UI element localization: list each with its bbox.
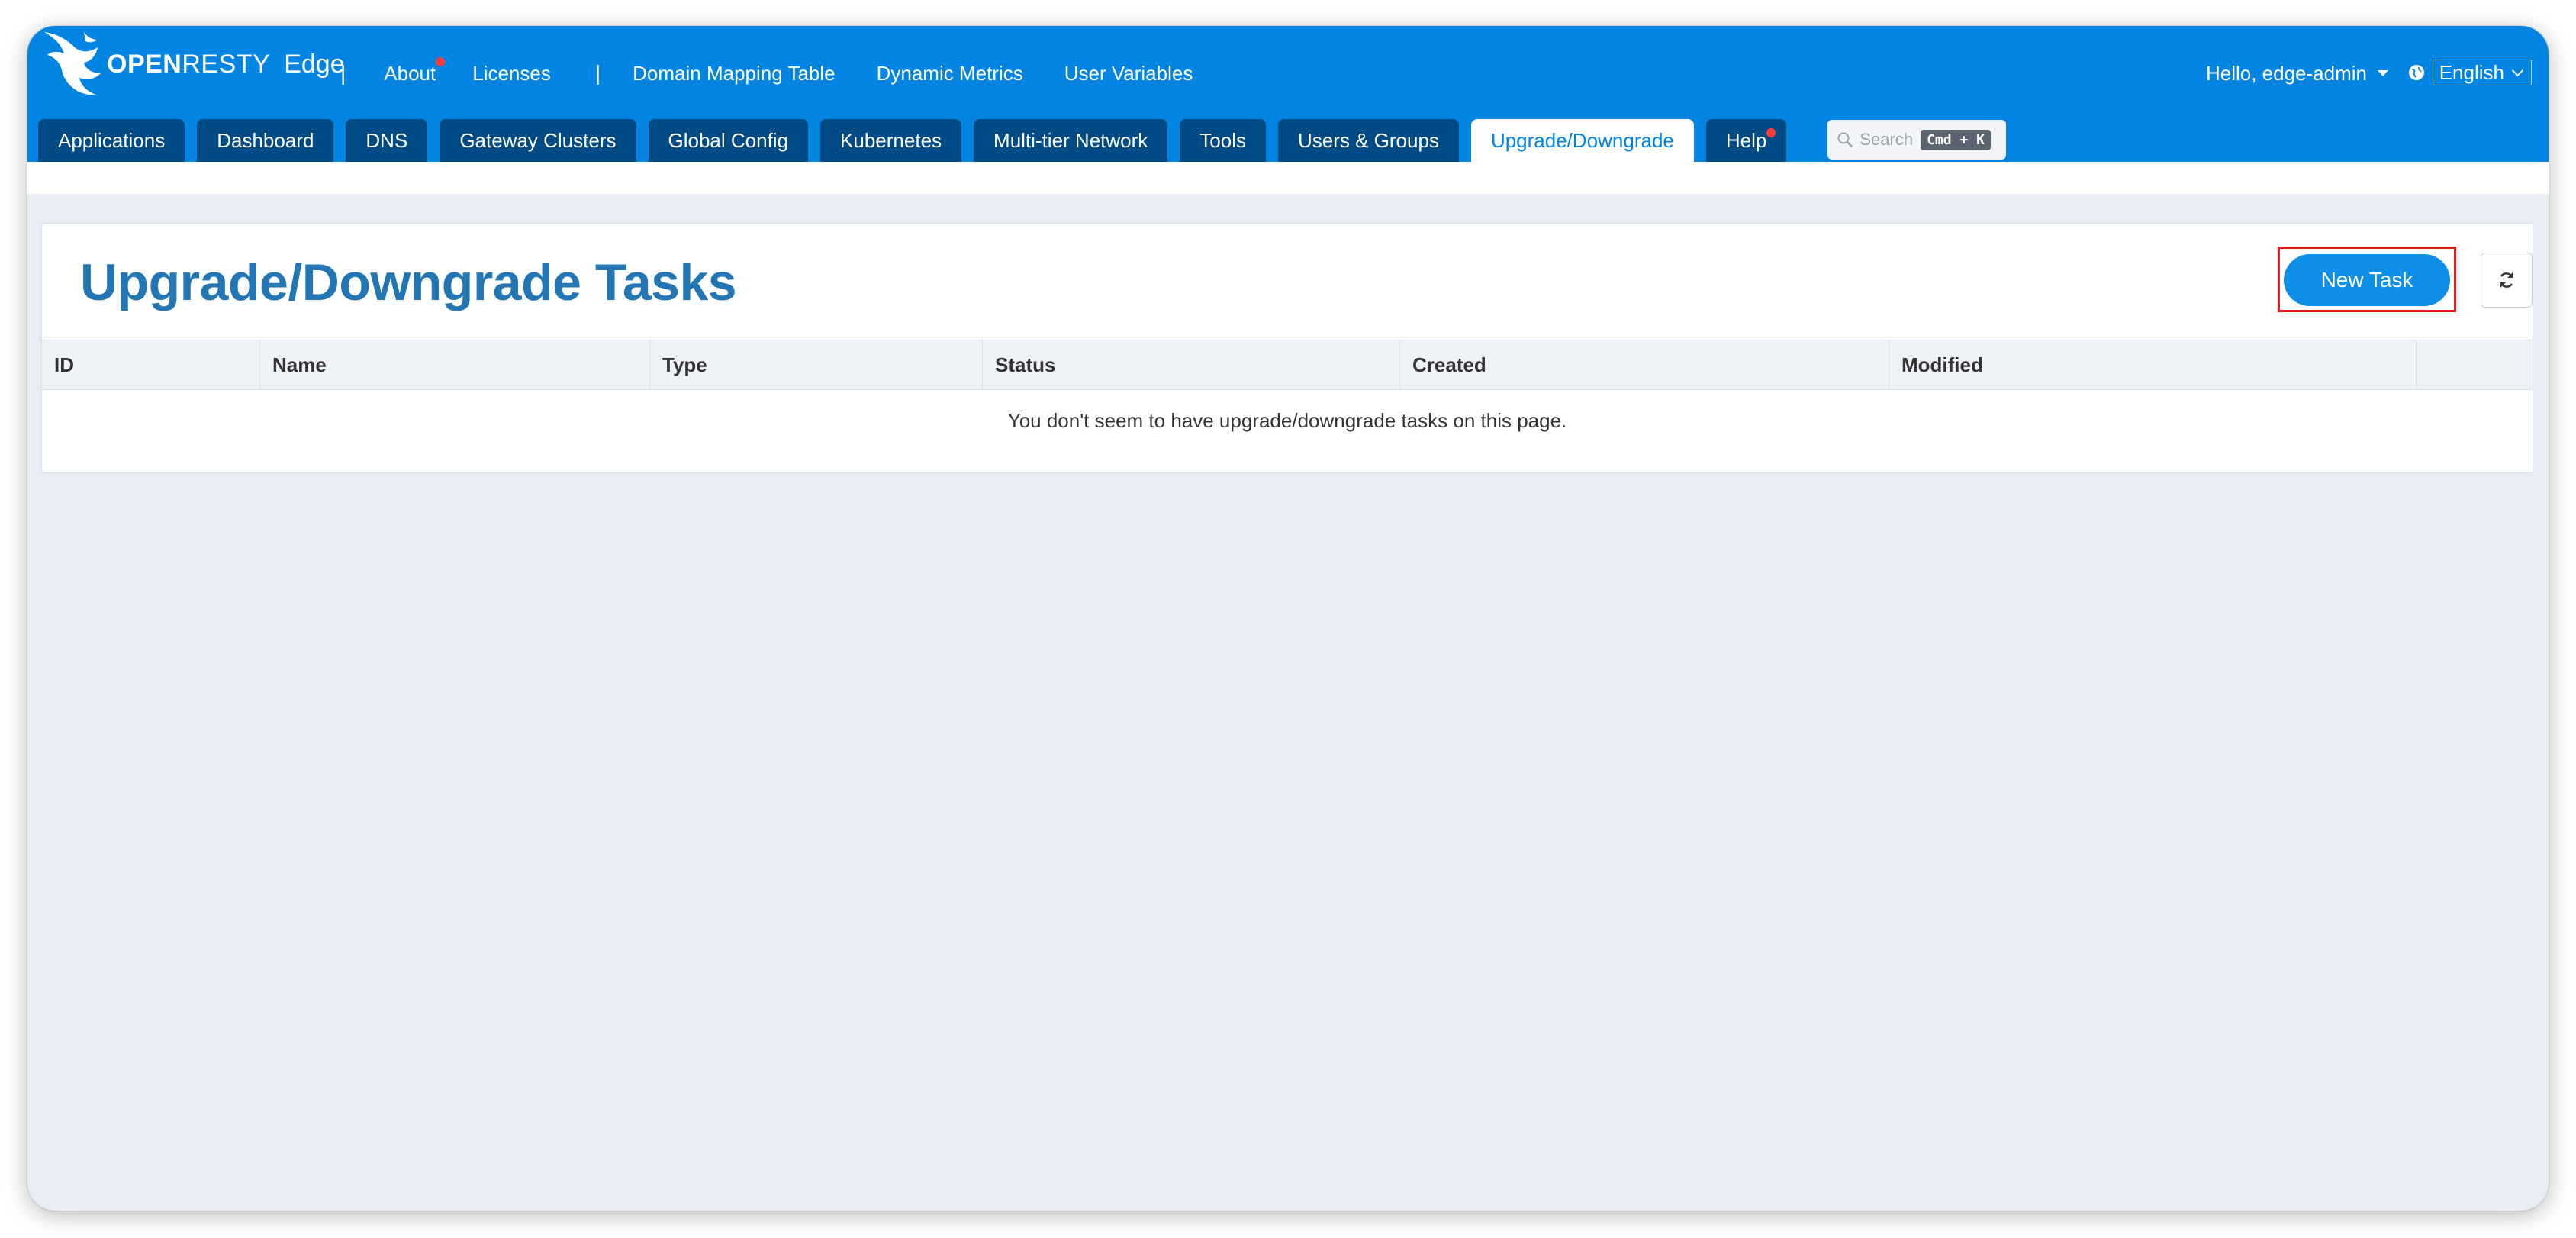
new-task-button[interactable]: New Task — [2284, 254, 2450, 306]
product-name: Edge — [284, 49, 345, 79]
column-header-type[interactable]: Type — [650, 340, 983, 389]
chevron-down-icon — [2511, 64, 2524, 76]
tab-help-label: Help — [1725, 128, 1767, 152]
column-header-actions — [2417, 340, 2533, 389]
page-title: Upgrade/Downgrade Tasks — [80, 253, 737, 311]
column-header-modified[interactable]: Modified — [1889, 340, 2417, 389]
search-placeholder: Search — [1860, 130, 1914, 149]
nav-separator: | — [340, 61, 346, 85]
column-header-id[interactable]: ID — [42, 340, 260, 389]
bird-logo-icon — [44, 32, 101, 95]
tab-upgrade-downgrade[interactable]: Upgrade/Downgrade — [1470, 119, 1694, 162]
nav-licenses-link[interactable]: Licenses — [472, 62, 551, 85]
nav-about-link[interactable]: About — [384, 56, 446, 85]
main-tabs: Applications Dashboard DNS Gateway Clust… — [38, 119, 2007, 162]
notification-dot — [436, 56, 446, 66]
tab-dns[interactable]: DNS — [346, 119, 428, 162]
nav-domain-mapping-link[interactable]: Domain Mapping Table — [633, 62, 835, 85]
refresh-icon — [2500, 272, 2513, 288]
notification-dot — [1766, 128, 1776, 137]
tasks-panel: Upgrade/Downgrade Tasks New Task ID Name… — [41, 223, 2533, 473]
browser-window: OPENRESTY Edge | About Licenses | Domain… — [27, 26, 2549, 1211]
tab-applications[interactable]: Applications — [38, 119, 185, 162]
user-menu[interactable]: Hello, edge-admin — [2206, 26, 2388, 121]
globe-icon — [2408, 65, 2424, 80]
tab-help[interactable]: Help — [1705, 119, 1787, 162]
language-select[interactable]: English — [2432, 60, 2532, 85]
search-box[interactable]: Search Cmd + K — [1827, 120, 2007, 160]
caret-down-icon — [2378, 70, 2388, 76]
table-header: ID Name Type Status Created Modified — [42, 340, 2533, 390]
subheader-band — [27, 162, 2549, 194]
tab-kubernetes[interactable]: Kubernetes — [820, 119, 962, 162]
nav-user-variables-link[interactable]: User Variables — [1064, 62, 1193, 85]
column-header-created[interactable]: Created — [1400, 340, 1889, 389]
column-header-status[interactable]: Status — [983, 340, 1400, 389]
top-nav: | About Licenses | Domain Mapping Table … — [340, 26, 1193, 121]
refresh-button[interactable] — [2481, 253, 2533, 308]
search-icon — [1837, 132, 1853, 147]
tab-gateway-clusters[interactable]: Gateway Clusters — [440, 119, 636, 162]
language-selector[interactable]: English — [2408, 60, 2532, 85]
empty-table-message: You don't seem to have upgrade/downgrade… — [1007, 408, 1567, 432]
user-greeting: Hello, edge-admin — [2205, 61, 2367, 85]
top-bar: OPENRESTY Edge | About Licenses | Domain… — [27, 26, 2549, 162]
tab-multi-tier-network[interactable]: Multi-tier Network — [974, 119, 1168, 162]
language-value: English — [2439, 60, 2504, 84]
tab-users-groups[interactable]: Users & Groups — [1277, 119, 1459, 162]
tab-tools[interactable]: Tools — [1180, 119, 1266, 162]
search-shortcut: Cmd + K — [1921, 129, 1991, 150]
tab-dashboard[interactable]: Dashboard — [197, 119, 334, 162]
logo-wordmark: OPENRESTY — [107, 49, 271, 79]
column-header-name[interactable]: Name — [260, 340, 650, 389]
logo[interactable]: OPENRESTY Edge — [41, 26, 345, 102]
nav-separator: | — [594, 61, 601, 85]
tab-global-config[interactable]: Global Config — [648, 119, 809, 162]
nav-dynamic-metrics-link[interactable]: Dynamic Metrics — [877, 62, 1023, 85]
